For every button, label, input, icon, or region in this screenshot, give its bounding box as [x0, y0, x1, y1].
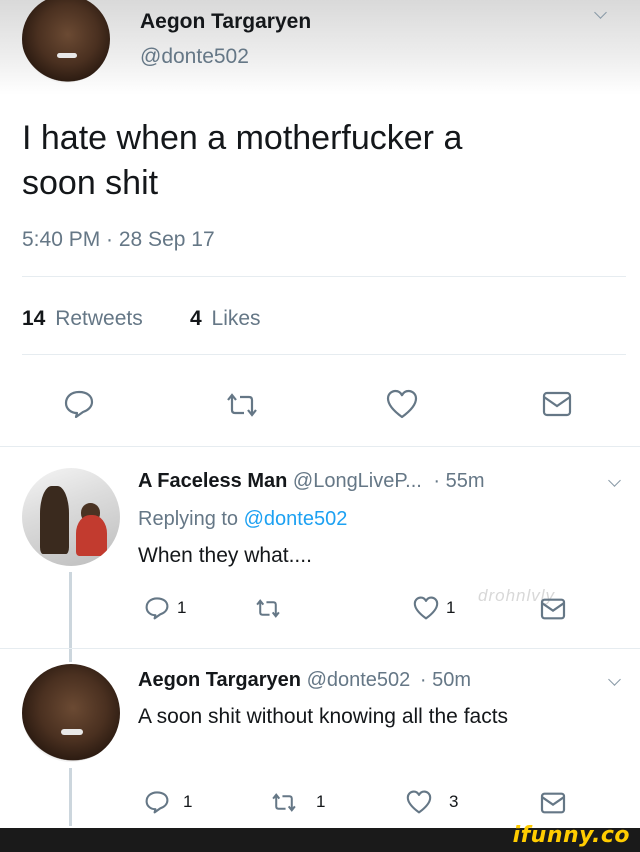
likes-stat[interactable]: 4 Likes — [190, 307, 261, 331]
replying-prefix: Replying to — [138, 508, 239, 530]
author-handle[interactable]: @donte502 — [140, 45, 249, 69]
reply1-text: When they what.... — [138, 544, 312, 567]
reply1-replying-to: Replying to @donte502 — [138, 508, 347, 531]
message-icon[interactable] — [540, 792, 566, 814]
thread-line — [69, 768, 72, 826]
reply2-time[interactable]: · 50m — [420, 669, 471, 691]
avatar[interactable] — [22, 664, 120, 762]
likes-count: 4 — [190, 307, 202, 330]
chevron-down-icon[interactable] — [608, 673, 621, 686]
like-icon[interactable] — [386, 389, 418, 419]
reply1-time[interactable]: · 55m — [433, 470, 484, 492]
likes-label: Likes — [211, 307, 261, 330]
avatar[interactable] — [22, 468, 120, 566]
ifunny-logo: ifunny.co — [512, 823, 630, 848]
tweet-text-line1: I hate when a motherfucker a — [22, 119, 463, 157]
like-icon[interactable] — [413, 596, 439, 620]
reply2-header: Aegon Targaryen @donte502 · 50m — [138, 669, 471, 692]
retweets-label: Retweets — [55, 307, 143, 330]
reply2-reply-count: 1 — [183, 792, 193, 811]
reply1-author-name[interactable]: A Faceless Man — [138, 470, 287, 492]
retweets-count: 14 — [22, 307, 46, 330]
message-icon[interactable] — [542, 391, 572, 417]
message-icon[interactable] — [540, 598, 566, 620]
retweets-stat[interactable]: 14 Retweets — [22, 307, 143, 331]
reply2-author-handle[interactable]: @donte502 — [307, 669, 411, 691]
author-name[interactable]: Aegon Targaryen — [140, 10, 311, 34]
reply1-like-count: 1 — [446, 598, 456, 617]
like-icon[interactable] — [406, 790, 432, 814]
reply-icon[interactable] — [145, 790, 169, 814]
reply2-author-name[interactable]: Aegon Targaryen — [138, 669, 301, 691]
reply1-header: A Faceless Man @LongLiveP... · 55m — [138, 470, 485, 493]
retweet-icon[interactable] — [224, 392, 260, 418]
reply-icon[interactable] — [145, 596, 169, 620]
retweet-icon[interactable] — [254, 598, 282, 619]
reply1-reply-count: 1 — [177, 598, 187, 617]
divider — [22, 354, 626, 355]
reply2-like-count: 3 — [449, 792, 459, 811]
divider — [0, 648, 640, 649]
divider — [22, 276, 626, 277]
divider — [0, 446, 640, 447]
replying-handle-link[interactable]: @donte502 — [244, 508, 348, 530]
reply2-text: A soon shit without knowing all the fact… — [138, 705, 509, 728]
tweet-timestamp[interactable]: 5:40 PM · 28 Sep 17 — [22, 228, 215, 252]
reply-icon[interactable] — [64, 390, 94, 418]
tweet-text-line2: soon shit — [22, 164, 159, 202]
reply1-author-handle[interactable]: @LongLiveP... — [293, 470, 422, 492]
chevron-down-icon[interactable] — [608, 474, 621, 487]
retweet-icon[interactable] — [270, 792, 298, 813]
reply2-retweet-count: 1 — [316, 792, 326, 811]
